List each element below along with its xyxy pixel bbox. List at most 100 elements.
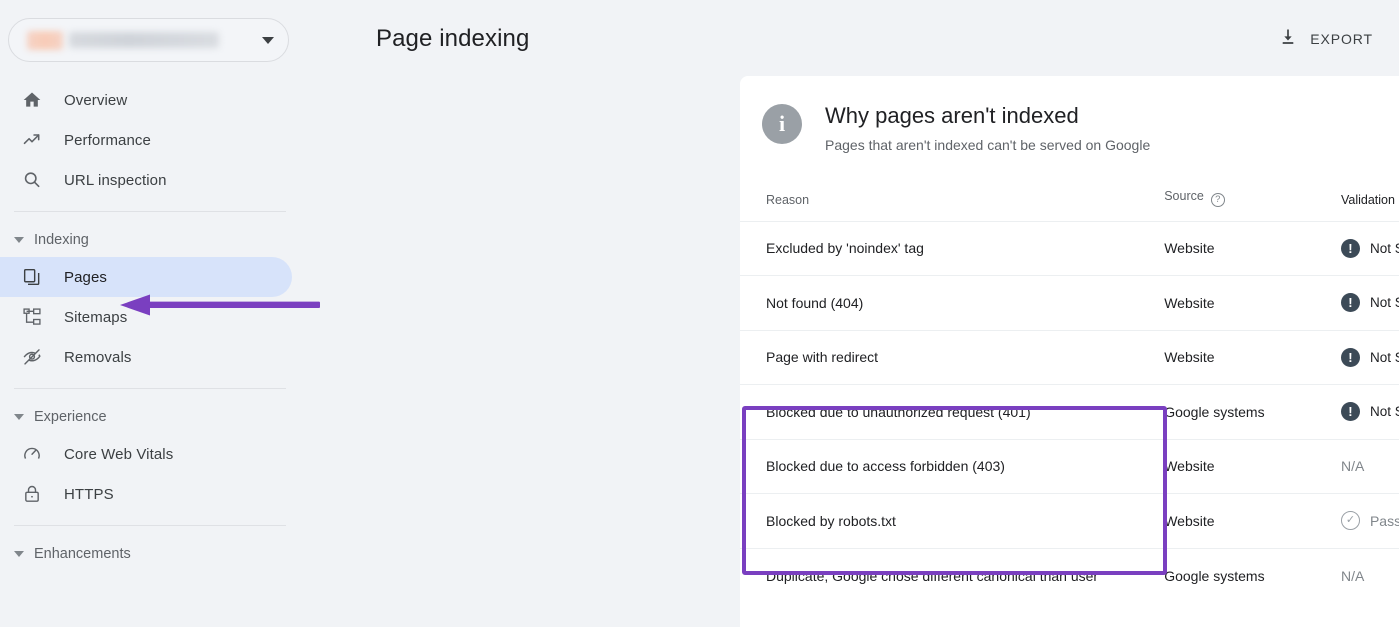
cell-validation: ✓ Passed: [1340, 493, 1399, 548]
help-icon[interactable]: ?: [1210, 192, 1225, 207]
sidebar-item-label: Performance: [64, 131, 151, 149]
sidebar-item-core-web-vitals[interactable]: Core Web Vitals: [0, 434, 292, 474]
sidebar-item-label: Pages: [64, 268, 108, 286]
card-title: Why pages aren't indexed: [825, 103, 1079, 128]
info-icon: i: [762, 104, 802, 144]
column-header-source[interactable]: Source?: [1164, 189, 1341, 221]
property-selector[interactable]: [8, 18, 289, 62]
table-row[interactable]: Page with redirectWebsite!Not Started5: [740, 329, 1399, 385]
validation-status-label: Not Started: [1369, 240, 1399, 256]
validation-status-label: Not Started: [1369, 349, 1399, 365]
sidebar-item-performance[interactable]: Performance: [0, 120, 292, 160]
sitemap-tree-icon: [22, 307, 48, 327]
cell-source: Website: [1164, 329, 1341, 385]
why-pages-arent-indexed-card: i Why pages aren't indexed Pages that ar…: [740, 76, 1399, 627]
sidebar-item-removals[interactable]: Removals: [0, 337, 292, 377]
sidebar-item-label: URL inspection: [64, 171, 167, 189]
property-label-blurred: [69, 32, 219, 48]
sidebar-item-label: Sitemaps: [64, 308, 128, 326]
cell-reason[interactable]: Duplicate, Google chose different canoni…: [740, 547, 1165, 603]
table-row[interactable]: Blocked by robots.txtWebsite✓Passed0: [740, 493, 1399, 548]
cell-validation: ! Not Started: [1340, 220, 1399, 276]
column-label: Reason: [766, 192, 810, 207]
sidebar-item-label: Overview: [64, 91, 128, 109]
sidebar-divider: [14, 388, 286, 389]
table-header-row: Reason Source? Validation↓ Trend Pages: [740, 189, 1399, 221]
cell-reason[interactable]: Not found (404): [740, 275, 1165, 330]
sidebar-section-indexing[interactable]: Indexing: [0, 223, 370, 257]
cell-source: Website: [1164, 438, 1341, 494]
sidebar-item-overview[interactable]: Overview: [0, 80, 292, 120]
page-title: Page indexing: [376, 25, 530, 52]
cell-source: Google systems: [1164, 547, 1341, 603]
table-row[interactable]: Excluded by 'noindex' tagWebsite! Not Sta…: [740, 220, 1399, 276]
sidebar-item-label: Removals: [64, 348, 132, 366]
column-header-reason[interactable]: Reason: [740, 189, 1164, 221]
cell-source: Website: [1164, 275, 1341, 330]
sidebar-nav: Overview Performance URL inspection Inde…: [0, 80, 370, 571]
sidebar-item-label: Core Web Vitals: [64, 445, 174, 463]
cell-validation: ! Not Started: [1340, 329, 1399, 385]
chevron-down-icon[interactable]: [262, 36, 274, 44]
sidebar-section-enhancements[interactable]: Enhancements: [0, 537, 370, 571]
column-header-validation[interactable]: Validation↓: [1341, 189, 1399, 221]
chevron-down-icon: [14, 237, 24, 243]
download-icon: [1278, 27, 1298, 52]
check-circle-icon: ✓: [1340, 511, 1360, 531]
pages-copy-icon: [22, 267, 48, 287]
validation-status-label: N/A: [1340, 458, 1365, 475]
sidebar-item-https[interactable]: HTTPS: [0, 474, 292, 514]
property-name-redacted: [27, 30, 262, 50]
cell-source: Google systems: [1164, 384, 1341, 439]
table-row[interactable]: Blocked due to access forbidden (403) Web…: [740, 438, 1399, 494]
sidebar-item-pages[interactable]: Pages: [0, 257, 292, 297]
cell-validation: ! Not Started: [1340, 275, 1399, 330]
cell-reason[interactable]: Blocked by robots.txt: [740, 493, 1165, 548]
trending-up-icon: [22, 130, 48, 150]
sidebar: Overview Performance URL inspection Inde…: [0, 0, 370, 627]
cell-reason[interactable]: Excluded by 'noindex' tag: [740, 220, 1165, 276]
chevron-down-icon: [14, 551, 24, 557]
table-body: Excluded by 'noindex' tagWebsite!Not Sta…: [740, 220, 1399, 603]
table-row[interactable]: Not found (404)Website!Not Started6: [740, 275, 1399, 330]
column-label: Validation: [1340, 192, 1395, 207]
warning-icon: !: [1340, 402, 1360, 422]
table-row[interactable]: Duplicate, Google chose different canoni…: [740, 547, 1399, 603]
card-header: i Why pages aren't indexed Pages that ar…: [740, 76, 1399, 153]
cell-source: Website: [1164, 220, 1341, 276]
lock-icon: [22, 484, 48, 504]
search-icon: [22, 170, 48, 190]
validation-status-label: Not Started: [1369, 404, 1399, 420]
export-label: EXPORT: [1310, 31, 1373, 47]
warning-icon: !: [1340, 293, 1360, 313]
cell-reason[interactable]: Blocked due to access forbidden (403): [740, 438, 1165, 494]
eye-off-icon: [22, 347, 48, 367]
chevron-down-icon: [14, 414, 24, 420]
sidebar-section-label: Experience: [34, 409, 107, 425]
speedometer-icon: [22, 444, 48, 464]
property-favicon: [27, 30, 63, 50]
cell-reason[interactable]: Page with redirect: [740, 329, 1165, 385]
cell-validation: N/A: [1340, 547, 1399, 603]
export-button[interactable]: EXPORT: [1274, 21, 1377, 58]
cell-reason[interactable]: Blocked due to unauthorized request (401…: [740, 384, 1165, 439]
sidebar-item-label: HTTPS: [64, 485, 114, 503]
page-indexing-screen: Overview Performance URL inspection Inde…: [0, 0, 1399, 627]
sidebar-item-sitemaps[interactable]: Sitemaps: [0, 297, 292, 337]
warning-icon: !: [1340, 347, 1360, 367]
sidebar-section-label: Enhancements: [34, 546, 131, 562]
column-label: Source: [1164, 189, 1204, 203]
cell-validation: ! Not Started: [1340, 384, 1399, 439]
indexing-reasons-table: Reason Source? Validation↓ Trend Pages E…: [740, 189, 1399, 603]
cell-validation: N/A: [1340, 438, 1399, 494]
main-content: Page indexing EXPORT i Why pages aren't …: [370, 0, 1399, 627]
sidebar-item-url-inspection[interactable]: URL inspection: [0, 160, 292, 200]
warning-icon: !: [1340, 238, 1360, 258]
sidebar-section-label: Indexing: [34, 232, 89, 248]
cell-source: Website: [1164, 493, 1341, 548]
sidebar-section-experience[interactable]: Experience: [0, 400, 370, 434]
home-icon: [22, 90, 48, 110]
table-row[interactable]: Blocked due to unauthorized request (401…: [740, 384, 1399, 439]
validation-status-label: N/A: [1340, 567, 1365, 584]
topbar: Page indexing EXPORT: [370, 0, 1399, 78]
